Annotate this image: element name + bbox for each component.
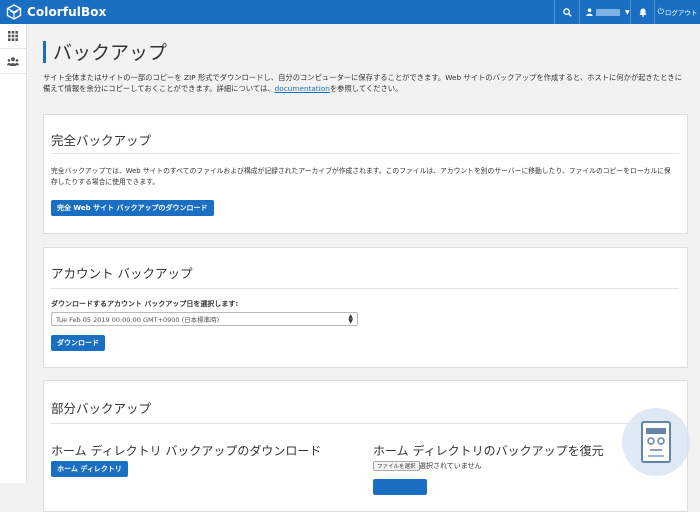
divider: [51, 288, 679, 289]
file-status-text: 選択されていません: [419, 462, 482, 470]
logout-button[interactable]: ⏻ ログアウト: [655, 0, 700, 24]
search-button[interactable]: [555, 0, 579, 24]
divider: [51, 423, 679, 424]
page-description: サイト全体またはサイトの一部のコピーを ZIP 形式でダウンロードし、自分のコン…: [43, 72, 683, 94]
search-icon: [562, 7, 572, 17]
username-redacted: [596, 8, 620, 16]
watermark-badge: [622, 408, 690, 476]
home-directory-download-button[interactable]: ホーム ディレクトリ: [51, 461, 128, 477]
full-backup-title: 完全バックアップ: [51, 133, 152, 148]
partial-backup-title: 部分バックアップ: [51, 401, 152, 416]
mascot-icon: [641, 421, 671, 463]
user-icon: [586, 8, 593, 16]
bell-icon: [638, 8, 647, 17]
cube-logo-icon: [6, 4, 22, 20]
account-backup-panel: アカウント バックアップ ダウンロードするアカウント バックアップ日を選択します…: [43, 247, 688, 368]
logout-label: ログアウト: [664, 9, 698, 17]
backup-date-select[interactable]: Tue Feb 05 2019 00:00:00 GMT+0900 (日本標準時…: [51, 312, 358, 326]
backup-date-value: Tue Feb 05 2019 00:00:00 GMT+0900 (日本標準時…: [56, 316, 220, 324]
account-backup-title: アカウント バックアップ: [51, 266, 193, 281]
sidebar-item-apps[interactable]: [0, 24, 26, 49]
full-backup-panel: 完全バックアップ 完全バックアップでは、Web サイトのすべてのファイルおよび構…: [43, 114, 688, 234]
account-backup-download-button[interactable]: ダウンロード: [51, 335, 105, 351]
title-accent: [43, 41, 46, 63]
sidebar: [0, 24, 27, 483]
home-download-title: ホーム ディレクトリ バックアップのダウンロード: [51, 444, 322, 458]
choose-file-button[interactable]: ファイルを選択: [373, 461, 420, 471]
top-navigation-bar: ColorfulBox ▼ ⏻ ログアウト: [0, 0, 700, 24]
full-backup-description: 完全バックアップでは、Web サイトのすべてのファイルおよび構成が記録されたアー…: [51, 167, 671, 186]
divider: [51, 153, 679, 154]
brand-name: ColorfulBox: [27, 5, 107, 19]
users-icon: [7, 56, 19, 66]
chevron-down-icon: ▼: [625, 8, 630, 16]
description-text-end: を参照してください。: [329, 84, 403, 93]
grid-icon: [8, 31, 18, 41]
notifications-button[interactable]: [631, 0, 654, 24]
brand-logo[interactable]: ColorfulBox: [6, 3, 106, 21]
backup-date-label: ダウンロードするアカウント バックアップ日を選択します:: [51, 300, 239, 308]
home-restore-title: ホーム ディレクトリのバックアップを復元: [373, 444, 604, 458]
sidebar-item-users[interactable]: [0, 49, 26, 74]
user-menu-button[interactable]: ▼: [580, 0, 630, 24]
restore-upload-button[interactable]: [373, 479, 427, 495]
logout-icon: ⏻: [657, 7, 664, 16]
documentation-link[interactable]: documentation: [275, 84, 330, 93]
full-backup-download-button[interactable]: 完全 Web サイト バックアップのダウンロード: [51, 200, 214, 216]
partial-backup-panel: 部分バックアップ ホーム ディレクトリ バックアップのダウンロード ホーム ディ…: [43, 380, 688, 512]
page-title: バックアップ: [53, 42, 168, 64]
select-arrows-icon: ▲ ▼: [348, 313, 353, 325]
